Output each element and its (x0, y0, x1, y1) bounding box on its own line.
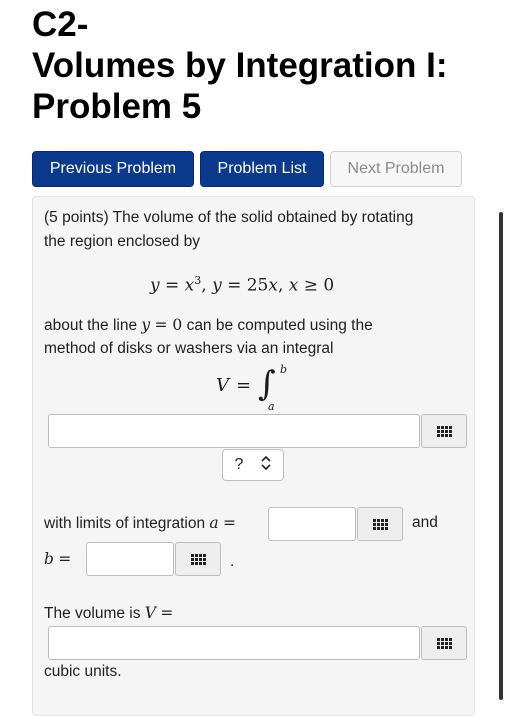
integral-expression: V = ∫ b a (216, 363, 288, 413)
title-line-2: Volumes by Integration I: (32, 46, 448, 85)
volume-text: The volume is (44, 605, 141, 622)
keyboard-icon[interactable] (357, 507, 403, 541)
problem-intro-line-2: the region enclosed by (44, 233, 200, 250)
integral-upper-limit: b (280, 363, 288, 376)
scrollbar[interactable] (499, 212, 503, 700)
keyboard-icon[interactable] (421, 626, 467, 660)
b-label: b = (44, 550, 72, 568)
title-line-1: C2- (32, 5, 89, 44)
region-equation: y = x3, y = 25x, x ≥ 0 (150, 274, 335, 296)
page-title: C2- Volumes by Integration I: Problem 5 (32, 4, 448, 127)
volume-sentence: The volume is V = (44, 604, 174, 622)
axis-equation: y (141, 316, 151, 334)
problem-intro-line-1: (5 points) The volume of the solid obtai… (44, 209, 414, 226)
problem-nav: Previous Problem Problem List Next Probl… (32, 151, 462, 187)
integral-variable-select[interactable]: ? (222, 449, 284, 481)
about-text: about the line (44, 317, 138, 334)
with-limits-text: with limits of integration (44, 515, 206, 532)
title-line-3: Problem 5 (32, 87, 202, 126)
previous-problem-button[interactable]: Previous Problem (32, 151, 194, 187)
select-value: ? (234, 456, 244, 473)
method-line: method of disks or washers via an integr… (44, 340, 334, 357)
can-be-computed-text: can be computed using the (186, 317, 373, 334)
and-text: and (412, 514, 438, 531)
keyboard-icon[interactable] (421, 414, 467, 448)
volume-input[interactable] (48, 626, 420, 660)
chevron-updown-icon (261, 455, 272, 475)
upper-limit-input[interactable] (86, 542, 174, 576)
with-limits-sentence: with limits of integration a = (44, 514, 236, 532)
keyboard-icon[interactable] (175, 542, 221, 576)
units-text: cubic units. (44, 663, 122, 680)
next-problem-button: Next Problem (330, 151, 462, 187)
about-line-sentence: about the line y = 0 can be computed usi… (44, 316, 373, 334)
integral-lower-limit: a (268, 400, 275, 413)
lower-limit-input[interactable] (268, 507, 356, 541)
period-text: . (230, 553, 235, 570)
integrand-input[interactable] (48, 414, 420, 448)
problem-list-button[interactable]: Problem List (200, 151, 324, 187)
